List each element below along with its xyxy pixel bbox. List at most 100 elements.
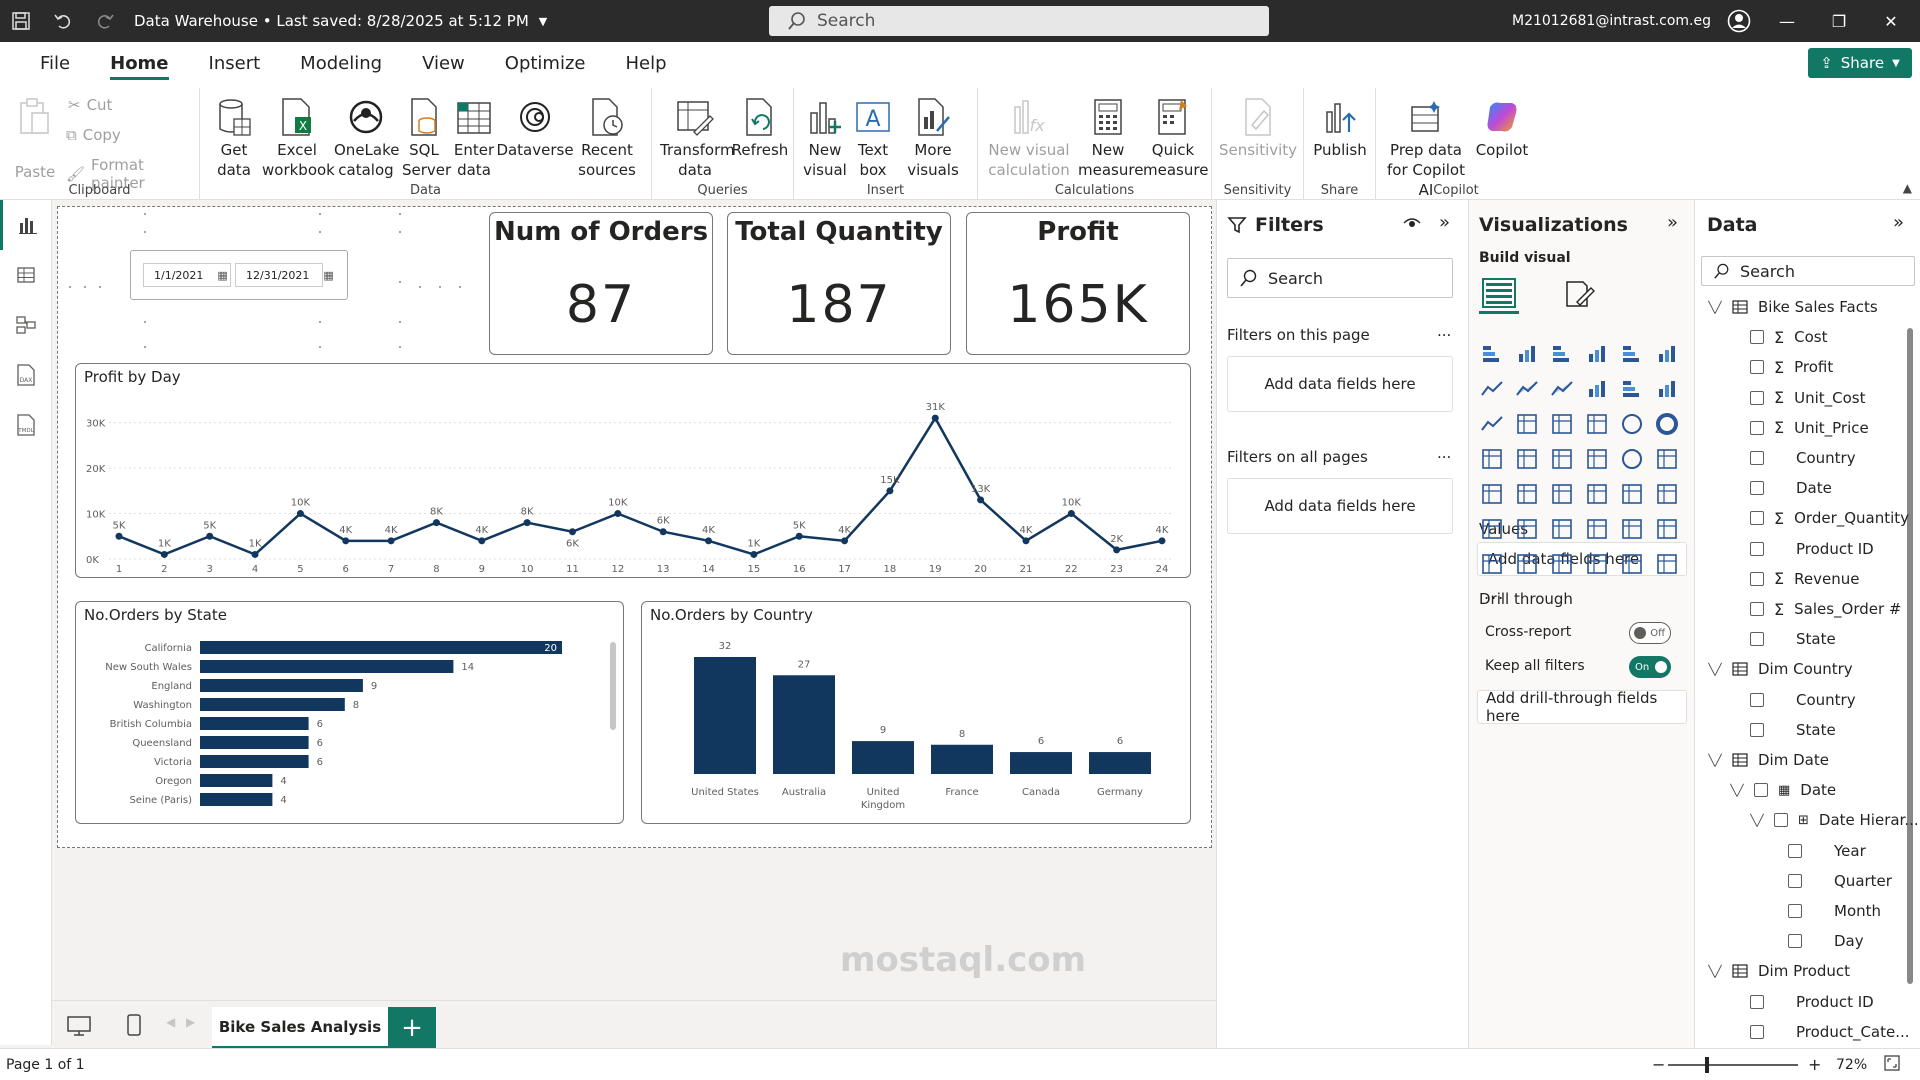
field-country[interactable]: Country <box>1750 443 1856 473</box>
field-checkbox[interactable] <box>1750 722 1764 737</box>
transform-data-button[interactable]: Transform data <box>660 96 735 180</box>
paste-button[interactable]: Paste <box>12 96 58 182</box>
field-checkbox[interactable] <box>1750 1024 1764 1039</box>
multi-card-icon[interactable] <box>1478 480 1506 508</box>
dataverse-button[interactable]: Dataverse <box>496 96 574 160</box>
start-date-input[interactable]: 1/1/2021 ▦ <box>143 263 231 287</box>
funnel-icon[interactable] <box>1513 410 1541 438</box>
scrollbar[interactable] <box>1907 328 1913 984</box>
field-profit[interactable]: Σ Profit <box>1750 352 1833 382</box>
field-product-id[interactable]: Product ID <box>1750 534 1874 564</box>
chevron-down-icon[interactable]: ╲╱ <box>1730 784 1744 797</box>
model-view-icon[interactable] <box>0 300 52 350</box>
table-node-dim-product[interactable]: ╲╱ Dim Product <box>1708 956 1850 986</box>
menu-home[interactable]: Home <box>90 42 188 84</box>
area-chart-icon[interactable] <box>1513 375 1541 403</box>
fit-to-page-icon[interactable] <box>1884 1054 1900 1075</box>
field-checkbox[interactable] <box>1750 632 1764 647</box>
menu-insert[interactable]: Insert <box>189 42 281 84</box>
pie-chart-icon[interactable] <box>1618 410 1646 438</box>
table-icon[interactable] <box>1583 480 1611 508</box>
collapse-filters-icon[interactable]: » <box>1439 212 1450 233</box>
table-node-bike-sales-facts[interactable]: ╲╱ Bike Sales Facts <box>1708 292 1877 322</box>
power-apps-icon[interactable] <box>1583 550 1611 578</box>
field-checkbox[interactable] <box>1750 511 1764 526</box>
chevron-down-icon[interactable]: ╲╱ <box>1708 663 1722 676</box>
card-profit[interactable]: Profit 165K <box>966 212 1190 355</box>
menu-file[interactable]: File <box>20 42 90 84</box>
copy-button[interactable]: ⧉ Copy <box>66 126 121 144</box>
field-month[interactable]: Month <box>1788 896 1881 926</box>
stacked-column-icon[interactable] <box>1513 340 1541 368</box>
field-checkbox[interactable] <box>1750 451 1764 465</box>
treemap-icon[interactable] <box>1478 445 1506 473</box>
field-cost[interactable]: Σ Cost <box>1750 322 1827 352</box>
line-clustered-icon[interactable] <box>1478 410 1506 438</box>
table-node-dim-date[interactable]: ╲╱ Dim Date <box>1708 745 1829 775</box>
sensitivity-button[interactable]: Sensitivity <box>1216 96 1300 160</box>
menu-modeling[interactable]: Modeling <box>280 42 402 84</box>
menu-optimize[interactable]: Optimize <box>485 42 606 84</box>
profit-by-day-visual[interactable]: Profit by Day 0K 10K 20K 30K 5K 1 1K 2 5K 3 1K 4 10K… <box>75 363 1191 578</box>
desktop-layout-icon[interactable] <box>66 1015 92 1041</box>
field-checkbox[interactable] <box>1754 783 1768 798</box>
tmdl-view-icon[interactable]: TMDL <box>0 400 52 450</box>
funnel2-icon[interactable] <box>1548 410 1576 438</box>
gauge-icon[interactable] <box>1618 445 1646 473</box>
calendar-icon[interactable]: ▦ <box>323 269 333 282</box>
cut-button[interactable]: ✂ Cut <box>68 96 112 114</box>
global-search-input[interactable]: Search <box>769 6 1269 36</box>
donut-chart-icon[interactable] <box>1653 410 1681 438</box>
onelake-catalog-button[interactable]: OneLake catalog <box>334 96 399 180</box>
matrix-icon[interactable] <box>1618 480 1646 508</box>
zoom-slider-thumb[interactable] <box>1705 1057 1709 1073</box>
data-search-input[interactable]: Search <box>1701 256 1915 286</box>
page-filter-dropzone[interactable]: Add data fields here <box>1227 356 1453 412</box>
more-options-icon[interactable]: ... <box>1437 444 1451 462</box>
card-icon[interactable] <box>1653 445 1681 473</box>
field-quarter[interactable]: Quarter <box>1788 866 1892 896</box>
copilot-button[interactable]: Copilot <box>1472 96 1532 160</box>
field-day[interactable]: Day <box>1788 926 1864 956</box>
field-checkbox[interactable] <box>1750 692 1764 707</box>
enter-data-button[interactable]: Enter data <box>450 96 498 180</box>
chevron-down-icon[interactable]: ╲╱ <box>1708 301 1722 314</box>
page-tab-bike-sales-analysis[interactable]: Bike Sales Analysis <box>212 1007 388 1049</box>
save-icon[interactable] <box>0 0 42 42</box>
menu-view[interactable]: View <box>402 42 485 84</box>
100-column-icon[interactable] <box>1653 340 1681 368</box>
field-checkbox[interactable] <box>1750 420 1764 435</box>
stacked-area-icon[interactable] <box>1548 375 1576 403</box>
field-checkbox[interactable] <box>1750 390 1764 405</box>
drill-through-dropzone[interactable]: Add drill-through fields here <box>1477 689 1687 725</box>
filled-map-icon[interactable] <box>1548 445 1576 473</box>
100-bar-icon[interactable] <box>1618 340 1646 368</box>
chevron-down-icon[interactable]: ╲╱ <box>1708 754 1722 767</box>
restore-icon[interactable]: ❐ <box>1814 0 1864 42</box>
dax-query-view-icon[interactable]: DAX <box>0 350 52 400</box>
field-state[interactable]: State <box>1750 715 1836 745</box>
new-measure-button[interactable]: New measure <box>1078 96 1143 180</box>
get-data-button[interactable]: Get data <box>210 96 258 180</box>
more-visuals-button[interactable]: More visuals <box>900 96 966 180</box>
ribbon-chart-icon[interactable] <box>1583 375 1611 403</box>
field-product-cate[interactable]: Product_Cate... <box>1750 1017 1910 1047</box>
filters-search-input[interactable]: Search <box>1227 258 1453 298</box>
table-node-dim-country[interactable]: ╲╱ Dim Country <box>1708 654 1852 684</box>
field-product-id[interactable]: Product ID <box>1750 987 1874 1017</box>
field-checkbox[interactable] <box>1750 481 1764 496</box>
field-unit-cost[interactable]: Σ Unit_Cost <box>1750 383 1866 413</box>
python-visual-icon[interactable] <box>1478 515 1506 543</box>
excel-workbook-button[interactable]: X Excel workbook <box>262 96 335 180</box>
field-state[interactable]: State <box>1750 624 1836 654</box>
zoom-out-icon[interactable]: − <box>1652 1055 1665 1074</box>
card-num-orders[interactable]: Num of Orders 87 <box>489 212 713 355</box>
next-page-icon[interactable]: ▶ <box>186 1015 195 1029</box>
line-chart-icon[interactable] <box>1478 375 1506 403</box>
field-sales-order[interactable]: Σ Sales_Order # <box>1750 594 1902 624</box>
close-icon[interactable]: ✕ <box>1866 0 1916 42</box>
qna-icon[interactable] <box>1583 515 1611 543</box>
collapse-ribbon-icon[interactable]: ▲ <box>1903 181 1912 195</box>
chevron-down-icon[interactable]: ▼ <box>539 15 547 28</box>
publish-button[interactable]: Publish <box>1308 96 1372 160</box>
